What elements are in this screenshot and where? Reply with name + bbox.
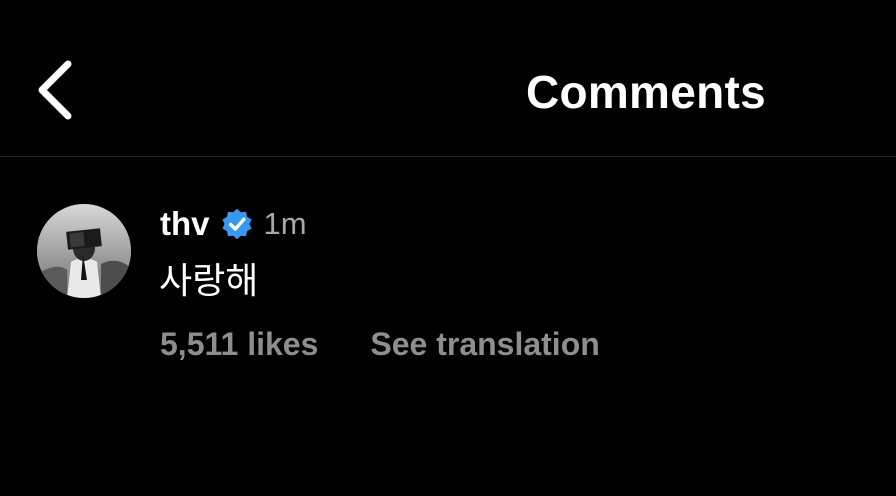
comment-meta: thv 1m: [160, 202, 307, 246]
verified-badge-icon: [221, 208, 252, 240]
timestamp: 1m: [263, 206, 307, 241]
comment-item: thv 1m 사랑해 5,511 likes See translation: [0, 158, 896, 496]
chevron-left-icon: [38, 60, 72, 120]
comment-actions: 5,511 likes See translation: [160, 324, 600, 364]
username[interactable]: thv: [160, 205, 210, 243]
comment-text: 사랑해: [159, 261, 259, 302]
page-title: Comments: [525, 66, 767, 118]
see-translation-link[interactable]: See translation: [370, 326, 599, 363]
comments-header: Comments: [0, 0, 896, 157]
back-button[interactable]: [28, 58, 84, 122]
avatar[interactable]: [37, 204, 131, 298]
profile-photo: [37, 204, 131, 298]
likes-count[interactable]: 5,511 likes: [160, 326, 318, 363]
